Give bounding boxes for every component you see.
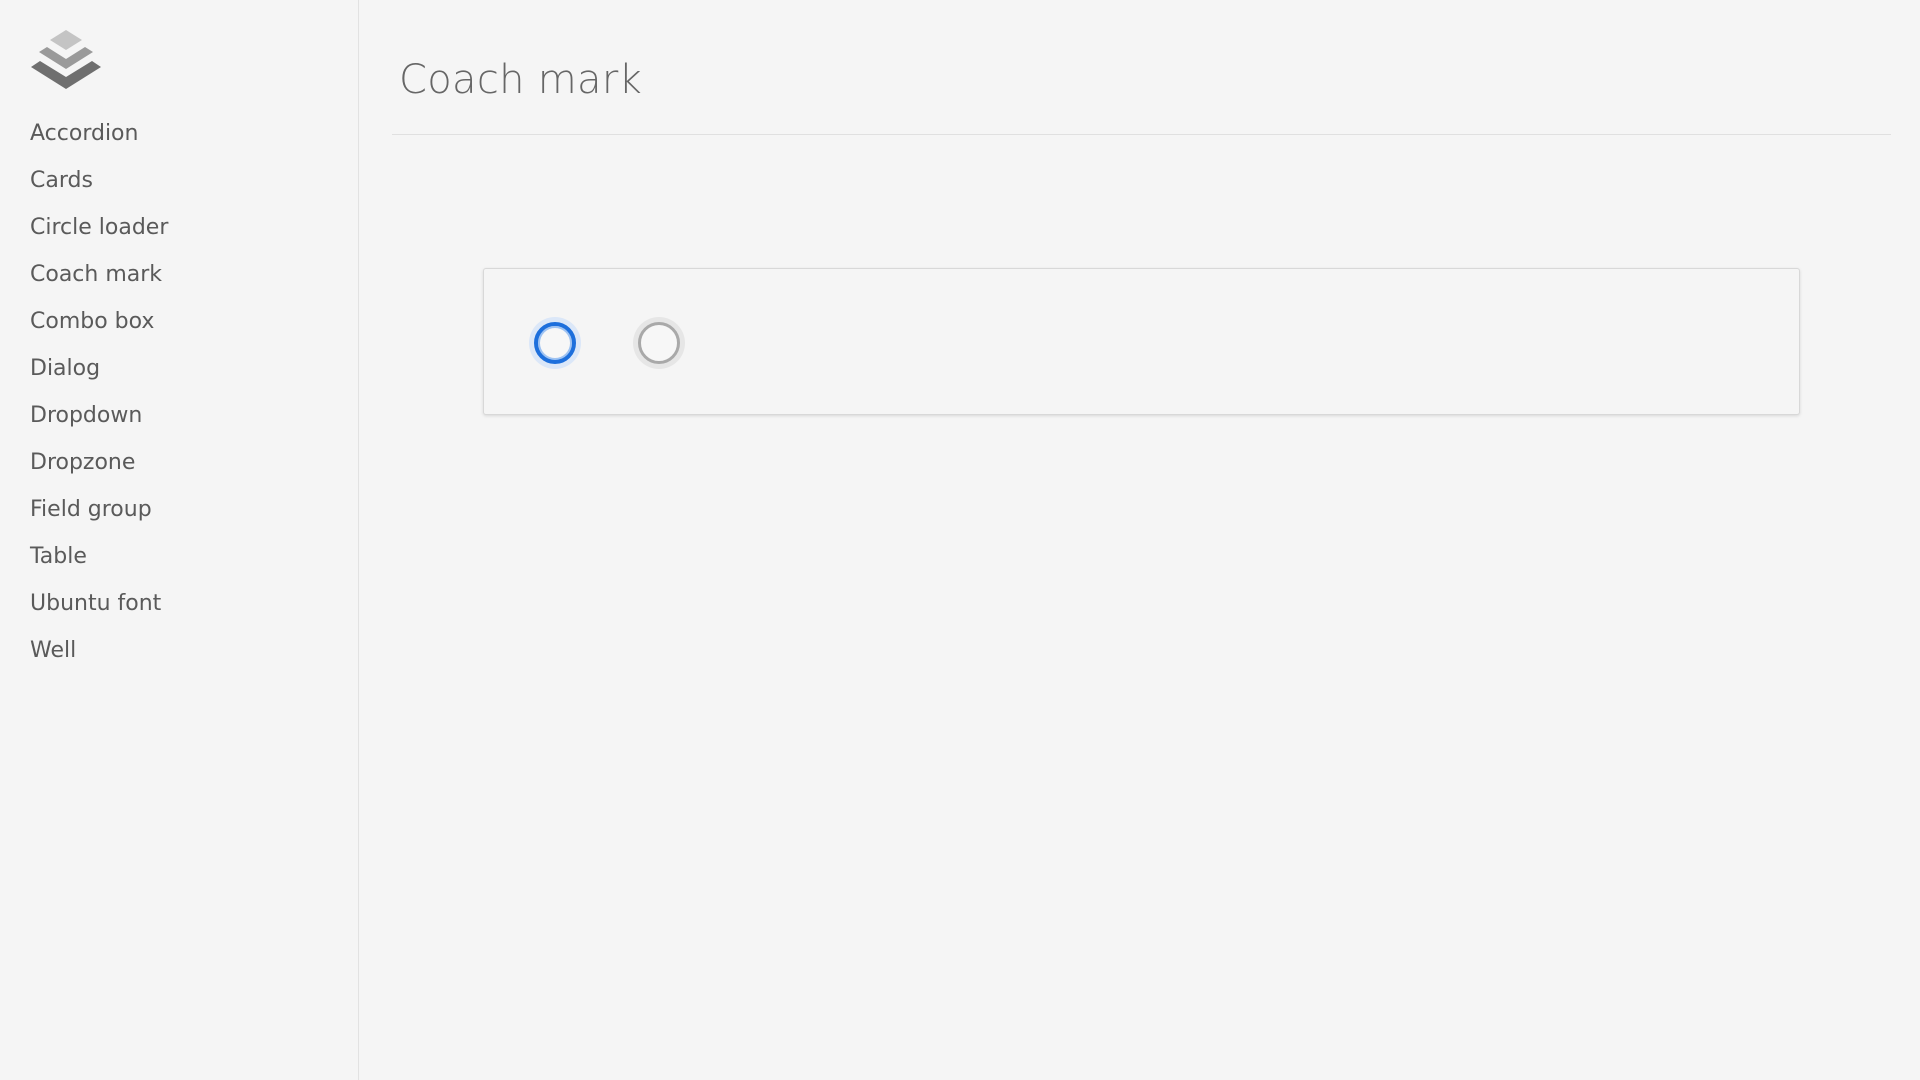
sidebar-item-dropdown[interactable]: Dropdown [30, 392, 168, 439]
sidebar-item-circle-loader[interactable]: Circle loader [30, 204, 168, 251]
coach-mark-inactive[interactable] [633, 317, 685, 369]
sidebar-item-table[interactable]: Table [30, 533, 168, 580]
coach-mark-active[interactable] [529, 317, 581, 369]
sidebar-item-dialog[interactable]: Dialog [30, 345, 168, 392]
title-divider [392, 134, 1891, 135]
coach-mark-demo-card [483, 268, 1800, 415]
sidebar-item-field-group[interactable]: Field group [30, 486, 168, 533]
sidebar: Accordion Cards Circle loader Coach mark… [0, 0, 359, 1080]
page-title: Coach mark [399, 57, 643, 103]
sidebar-nav: Accordion Cards Circle loader Coach mark… [30, 110, 168, 674]
sidebar-item-cards[interactable]: Cards [30, 157, 168, 204]
coach-mark-active-ring-icon [534, 322, 576, 364]
sidebar-item-coach-mark[interactable]: Coach mark [30, 251, 168, 298]
sidebar-item-accordion[interactable]: Accordion [30, 110, 168, 157]
main-content: Coach mark [359, 0, 1920, 1080]
sidebar-item-combo-box[interactable]: Combo box [30, 298, 168, 345]
stacked-layers-icon[interactable] [29, 28, 103, 92]
sidebar-item-ubuntu-font[interactable]: Ubuntu font [30, 580, 168, 627]
app: Accordion Cards Circle loader Coach mark… [0, 0, 1920, 1080]
coach-mark-inactive-ring-icon [638, 322, 680, 364]
sidebar-item-dropzone[interactable]: Dropzone [30, 439, 168, 486]
sidebar-item-well[interactable]: Well [30, 627, 168, 674]
